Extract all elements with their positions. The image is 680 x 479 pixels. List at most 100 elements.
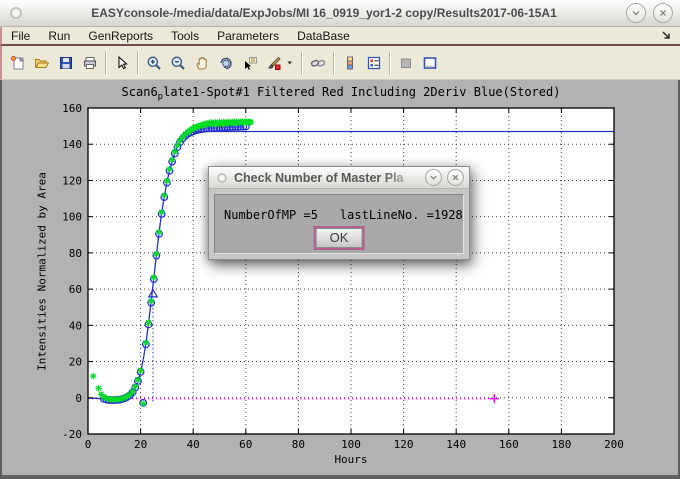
marker-asterisk (156, 229, 162, 235)
window-menu-icon[interactable] (10, 7, 22, 19)
dialog-title: Check Number of Master Pla (234, 171, 425, 185)
toolbar-separator (389, 51, 391, 75)
dialog-panel: NumberOfMP =5lastLineNo. =1928 OK (214, 194, 464, 254)
toolbar-button-brush[interactable] (262, 49, 286, 76)
show-plot-tools-icon (422, 55, 438, 71)
link-plot-icon (310, 55, 326, 71)
dialog-minimize-button[interactable] (425, 169, 442, 186)
edit-plot-icon (114, 55, 130, 71)
window-title: EASYconsole-/media/data/ExpJobs/MI 16_09… (22, 6, 626, 20)
menu-tools[interactable]: Tools (162, 27, 208, 45)
menu-run[interactable]: Run (39, 27, 79, 45)
menubar: FileRunGenReportsToolsParametersDataBase (0, 27, 680, 46)
zoom-out-icon (170, 55, 186, 71)
chevron-down-icon (631, 8, 641, 18)
marker-asterisk (90, 373, 96, 379)
app-window: EASYconsole-/media/data/ExpJobs/MI 16_09… (0, 0, 680, 479)
marker-asterisk (169, 157, 175, 163)
marker-asterisk (164, 178, 170, 184)
y-tick-label: 100 (62, 211, 82, 224)
window-close-button[interactable] (653, 3, 673, 23)
menu-genreports[interactable]: GenReports (79, 27, 162, 45)
menu-parameters[interactable]: Parameters (208, 27, 288, 45)
x-axis-label: Hours (88, 453, 614, 466)
x-tick-label: 0 (85, 438, 92, 451)
dialog-message: NumberOfMP =5lastLineNo. =1928 (224, 208, 457, 222)
open-file-icon (34, 55, 50, 71)
dialog-menu-icon (217, 173, 227, 183)
dialog-titlebar[interactable]: Check Number of Master Pla (209, 167, 469, 189)
toolbar-button-show-plot-tools[interactable] (418, 49, 442, 76)
toolbar-button-print-figure[interactable] (78, 49, 102, 76)
window-minimize-button[interactable] (626, 3, 646, 23)
marker-asterisk (143, 339, 149, 345)
marker-asterisk (161, 192, 167, 198)
menu-file[interactable]: File (2, 27, 39, 45)
y-tick-label: 140 (62, 138, 82, 151)
marker-asterisk (145, 319, 151, 325)
toolbar-button-brush-dropdown[interactable] (286, 49, 298, 76)
toolbar-button-zoom-out[interactable] (166, 49, 190, 76)
marker-asterisk (140, 400, 146, 406)
y-tick-label: 20 (69, 356, 82, 369)
toolbar-button-zoom-in[interactable] (142, 49, 166, 76)
x-tick-label: 200 (604, 438, 624, 451)
x-tick-label: 180 (551, 438, 571, 451)
window-titlebar[interactable]: EASYconsole-/media/data/ExpJobs/MI 16_09… (0, 0, 680, 27)
dialog-check-master-plates: Check Number of Master Pla NumberOfMP =5… (208, 166, 470, 260)
rotate-3d-icon (218, 55, 234, 71)
insert-legend-icon (366, 55, 382, 71)
marker-asterisk (166, 166, 172, 172)
menu-database[interactable]: DataBase (288, 27, 359, 45)
x-tick-label: 100 (341, 438, 361, 451)
marker-asterisk (132, 383, 138, 389)
toolbar-button-pan[interactable] (190, 49, 214, 76)
toolbar (0, 46, 680, 80)
figure-area: 020406080100120140160180200-200204060801… (0, 80, 680, 479)
y-tick-label: -20 (62, 428, 82, 441)
marker-asterisk (172, 148, 178, 154)
toolbar-separator (105, 51, 107, 75)
toolbar-button-insert-colorbar[interactable] (338, 49, 362, 76)
chevron-down-icon (429, 173, 438, 182)
y-tick-label: 160 (62, 102, 82, 115)
y-tick-label: 40 (69, 319, 82, 332)
brush-dropdown-icon (286, 55, 298, 71)
toolbar-button-hide-plot-tools[interactable] (394, 49, 418, 76)
data-cursor-icon (242, 55, 258, 71)
close-icon (658, 8, 668, 18)
toolbar-button-insert-legend[interactable] (362, 49, 386, 76)
toolbar-button-save-figure[interactable] (54, 49, 78, 76)
toolbar-button-link-plot[interactable] (306, 49, 330, 76)
marker-asterisk (95, 385, 101, 391)
insert-colorbar-icon (342, 55, 358, 71)
y-tick-label: 80 (69, 247, 82, 260)
new-figure-icon (10, 55, 26, 71)
ok-button[interactable]: OK (316, 228, 363, 248)
marker-asterisk (137, 367, 143, 373)
toolbar-button-edit-plot[interactable] (110, 49, 134, 76)
toolbar-button-rotate-3d[interactable] (214, 49, 238, 76)
marker-asterisk (135, 376, 141, 382)
print-figure-icon (82, 55, 98, 71)
x-tick-label: 20 (134, 438, 147, 451)
toolbar-button-data-cursor[interactable] (238, 49, 262, 76)
x-tick-label: 80 (292, 438, 305, 451)
toolbar-separator (333, 51, 335, 75)
toolbar-button-open-file[interactable] (30, 49, 54, 76)
marker-asterisk (148, 298, 154, 304)
chart[interactable]: 020406080100120140160180200-200204060801… (2, 80, 678, 475)
y-axis-label: Intensities Normalized by Area (36, 122, 49, 422)
toolbar-button-new-figure[interactable] (6, 49, 30, 76)
y-tick-label: 60 (69, 283, 82, 296)
x-tick-label: 140 (446, 438, 466, 451)
brush-icon (266, 55, 282, 71)
dialog-close-button[interactable] (447, 169, 464, 186)
close-icon (451, 173, 460, 182)
pan-icon (194, 55, 210, 71)
dock-arrow-icon[interactable] (661, 30, 672, 41)
marker-asterisk (153, 251, 159, 257)
toolbar-separator (301, 51, 303, 75)
zoom-in-icon (146, 55, 162, 71)
marker-asterisk (248, 119, 254, 125)
